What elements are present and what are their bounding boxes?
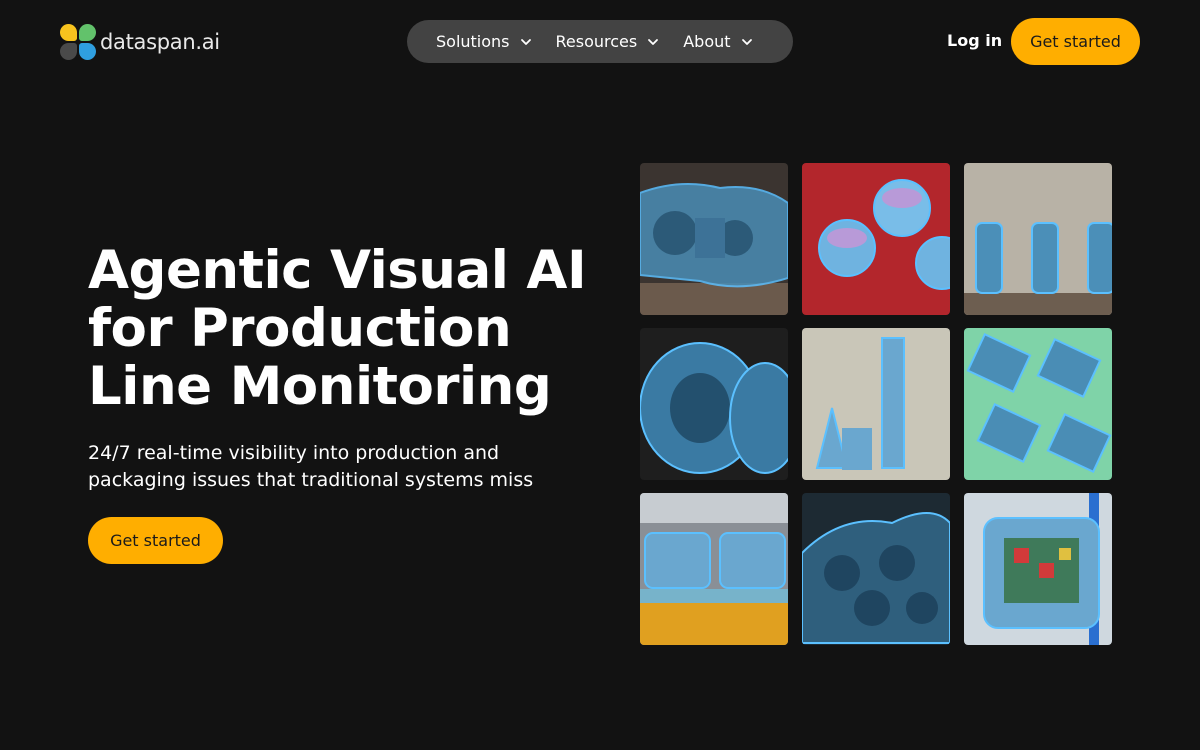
gallery-image-gear-pile xyxy=(802,493,950,645)
login-link[interactable]: Log in xyxy=(947,31,1002,50)
brand-name: dataspan.ai xyxy=(100,30,220,54)
hero-title: Agentic Visual AI for Production Line Mo… xyxy=(88,242,588,416)
image-gallery xyxy=(640,163,1112,645)
main-nav: Solutions Resources About xyxy=(407,20,793,63)
nav-item-label: Resources xyxy=(555,32,638,51)
gallery-image-molded-parts-row xyxy=(964,163,1112,315)
hero-title-line: for Production xyxy=(88,298,512,359)
chevron-down-icon xyxy=(648,38,659,45)
nav-item-label: About xyxy=(683,32,731,51)
chevron-down-icon xyxy=(741,38,752,45)
hero-subtitle-line: 24/7 real-time visibility into productio… xyxy=(88,442,500,464)
gallery-image-circuit-board-robot xyxy=(964,493,1112,645)
hero-title-line: Line Monitoring xyxy=(88,356,552,417)
logo-icon xyxy=(60,24,96,60)
gallery-image-gear-shafts xyxy=(802,328,950,480)
chevron-down-icon xyxy=(520,38,531,45)
gallery-image-tire-tread xyxy=(640,328,788,480)
gallery-image-pcb-components xyxy=(964,328,1112,480)
hero-title-line: Agentic Visual AI xyxy=(88,240,587,301)
gallery-image-car-assembly-line xyxy=(640,493,788,645)
get-started-header-button[interactable]: Get started xyxy=(1011,18,1140,65)
nav-item-resources[interactable]: Resources xyxy=(556,32,661,51)
nav-item-about[interactable]: About xyxy=(683,32,753,51)
hero-subtitle: 24/7 real-time visibility into productio… xyxy=(88,440,558,494)
nav-item-solutions[interactable]: Solutions xyxy=(436,32,533,51)
hero-subtitle-line: packaging issues that traditional system… xyxy=(88,469,534,491)
gallery-image-railcar-bogie xyxy=(640,163,788,315)
get-started-hero-button[interactable]: Get started xyxy=(88,517,223,564)
gallery-image-circuit-capacitors xyxy=(802,163,950,315)
brand-logo[interactable]: dataspan.ai xyxy=(60,24,220,60)
nav-item-label: Solutions xyxy=(436,32,510,51)
